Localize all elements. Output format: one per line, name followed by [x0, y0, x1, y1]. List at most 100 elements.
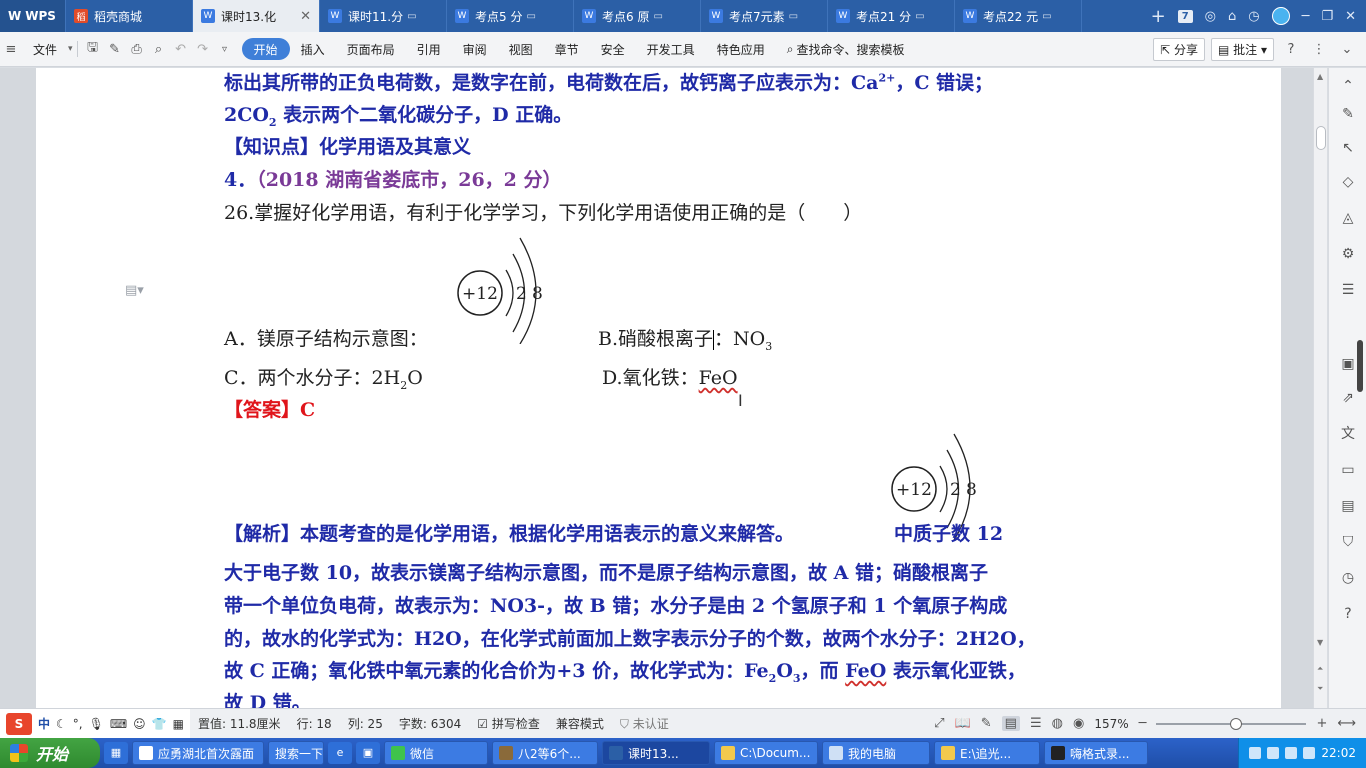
menu-view[interactable]: 视图 [498, 38, 544, 60]
menu-insert[interactable]: 插入 [290, 38, 336, 60]
collapse-icon[interactable]: ⌃ [1338, 76, 1358, 96]
taskbar-item-wps[interactable]: 课时13... [602, 741, 710, 765]
fullscreen-icon[interactable]: ⤢ [934, 716, 944, 731]
export-icon[interactable]: ⇗ [1338, 388, 1358, 408]
hamburger-icon[interactable]: ≡ [0, 42, 22, 57]
tab-document[interactable]: W 考点22 元 ▭ [955, 0, 1082, 32]
tab-document[interactable]: W 考点21 分 ▭ [828, 0, 955, 32]
tab-document[interactable]: W 课时11.分 ▭ [320, 0, 447, 32]
vertical-scrollbar[interactable]: ▲ ▼ ⏶ ⏷ [1313, 68, 1327, 708]
ime-toolbar[interactable]: S 中 ☾ °, 🎙 ⌨ ☺ 👕 ▦ [0, 708, 190, 739]
scroll-down-icon[interactable]: ▼ [1317, 638, 1323, 647]
help-circle-icon[interactable]: ? [1338, 604, 1358, 624]
taskbar-item-folder-e[interactable]: E:\追光... [934, 741, 1040, 765]
tab-docer[interactable]: 稻稻壳商城 [66, 0, 193, 32]
tab-document[interactable]: W 考点5 分 ▭ [447, 0, 574, 32]
web-view-icon[interactable]: ◍ [1052, 716, 1063, 731]
outline-view-icon[interactable]: ☰ [1030, 716, 1042, 731]
close-tab-icon[interactable]: ✕ [300, 9, 311, 24]
zoom-in-icon[interactable]: + [1316, 716, 1327, 731]
pen-icon[interactable]: ✎ [1338, 104, 1358, 124]
history-icon[interactable]: ◷ [1338, 568, 1358, 588]
microphone-icon[interactable]: 🎙 [89, 717, 104, 731]
tray-icon[interactable] [1249, 747, 1262, 759]
browser-icon[interactable]: e [328, 742, 352, 764]
close-window-icon[interactable]: ✕ [1345, 9, 1356, 24]
ime-mode[interactable]: 中 [38, 715, 50, 732]
collapse-ribbon-icon[interactable]: ⌄ [1336, 42, 1358, 57]
shapes-icon[interactable]: ◇ [1338, 172, 1358, 192]
next-page-icon[interactable]: ⏷ [1317, 684, 1323, 694]
fill-icon[interactable]: ◬ [1338, 208, 1358, 228]
menu-security[interactable]: 安全 [590, 38, 636, 60]
quick-launch-icon[interactable]: ▦ [104, 742, 128, 764]
scroll-up-icon[interactable]: ▲ [1317, 72, 1323, 81]
menu-features[interactable]: 特色应用 [706, 38, 776, 60]
zoom-level[interactable]: 157% [1094, 717, 1128, 731]
moon-icon[interactable]: ☾ [56, 717, 67, 731]
taskbar-item-my-computer[interactable]: 我的电脑 [822, 741, 930, 765]
command-search[interactable]: ⌕ 查找命令、搜索模板 [776, 38, 916, 60]
avatar[interactable] [1271, 7, 1290, 25]
document-page[interactable]: 标出其所带的正负电荷数，是数字在前，电荷数在后，故钙离子应表示为：Ca2+，C … [36, 68, 1281, 708]
restore-icon[interactable]: ❐ [1321, 9, 1333, 24]
menu-reference[interactable]: 引用 [406, 38, 452, 60]
network-icon[interactable] [1303, 747, 1316, 759]
menu-chapter[interactable]: 章节 [544, 38, 590, 60]
taskbar-item-wechat[interactable]: 微信 [384, 741, 488, 765]
format-painter-icon[interactable]: ✎ [104, 42, 126, 57]
tab-document-active[interactable]: W 课时13.化 ✕ [193, 0, 320, 32]
punctuation-icon[interactable]: °, [73, 717, 83, 731]
undo-icon[interactable]: ↶ [170, 42, 192, 57]
zoom-slider-knob[interactable] [1230, 717, 1243, 730]
sogou-ime-icon[interactable]: S [6, 712, 32, 735]
scrollbar-thumb[interactable] [1316, 126, 1326, 150]
tab-wps[interactable]: W WPS [0, 0, 66, 32]
shield-icon[interactable]: ⛉ [1338, 532, 1358, 552]
app-icon[interactable]: ▣ [356, 742, 380, 764]
menu-start[interactable]: 开始 [241, 38, 290, 60]
write-mode-icon[interactable]: ✎ [981, 716, 992, 731]
image-icon[interactable]: ▣ [1338, 354, 1358, 374]
grid-icon[interactable]: ▦ [173, 717, 184, 731]
tray-icon[interactable] [1267, 747, 1280, 759]
chevron-down-icon[interactable]: ▾ [68, 44, 73, 54]
page-view-icon[interactable]: ▤ [1001, 716, 1020, 731]
tab-document[interactable]: W 考点7元素 ▭ [701, 0, 828, 32]
user-icon[interactable]: ☺ [133, 717, 146, 731]
zoom-slider[interactable] [1156, 717, 1307, 730]
start-button[interactable]: 开始 [0, 738, 100, 768]
zoom-out-icon[interactable]: ─ [1139, 716, 1147, 731]
taskbar-item-group[interactable]: 八2等6个... [492, 741, 598, 765]
shirt-icon[interactable]: 👕 [152, 717, 167, 731]
translate-icon[interactable]: 文 [1338, 424, 1358, 444]
share-button[interactable]: ⇱ 分享 [1153, 37, 1205, 61]
spell-check-button[interactable]: ☑ 拼写检查 [469, 715, 548, 732]
archive-icon[interactable]: ▭ [1338, 460, 1358, 480]
picture-icon[interactable]: ▤ [1338, 496, 1358, 516]
taskbar-item-recorder[interactable]: 嗨格式录... [1044, 741, 1148, 765]
eye-protect-icon[interactable]: ◉ [1073, 716, 1084, 731]
minimize-icon[interactable]: ─ [1302, 9, 1310, 24]
certification-status[interactable]: ⛉ 未认证 [612, 715, 677, 732]
tab-document[interactable]: W 考点6 原 ▭ [574, 0, 701, 32]
menu-review[interactable]: 审阅 [452, 38, 498, 60]
taskbar-item-search[interactable]: 搜索一下 [268, 741, 324, 765]
settings-icon[interactable]: ⚙ [1338, 244, 1358, 264]
word-count[interactable]: 字数: 6304 [391, 715, 469, 732]
prev-page-icon[interactable]: ⏶ [1317, 664, 1323, 674]
volume-icon[interactable] [1285, 747, 1298, 759]
paragraph-handle-icon[interactable]: ▤▾ [125, 283, 144, 298]
reading-mode-icon[interactable]: 📖 [955, 716, 971, 731]
save-icon[interactable]: 🖫 [82, 38, 104, 60]
help-button[interactable]: ? [1280, 42, 1302, 57]
fit-width-icon[interactable]: ⟷ [1337, 716, 1356, 731]
comment-button[interactable]: ▤ 批注 ▾ [1210, 37, 1274, 61]
clock-icon[interactable]: ◷ [1248, 9, 1259, 24]
keyboard-icon[interactable]: ⌨ [110, 717, 127, 731]
new-tab-button[interactable]: + [1151, 6, 1166, 27]
sliders-icon[interactable]: ☰ [1338, 280, 1358, 300]
shirt-icon[interactable]: ⌂ [1228, 9, 1236, 24]
redo-icon[interactable]: ↷ [192, 42, 214, 57]
pointer-icon[interactable]: ↖ [1338, 138, 1358, 158]
